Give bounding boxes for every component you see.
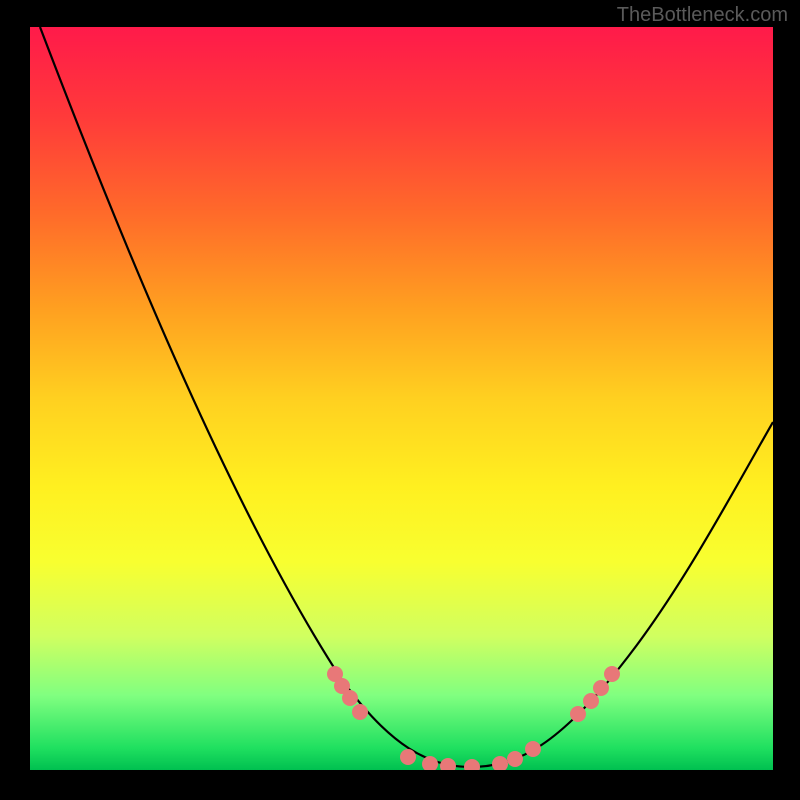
bottleneck-curve-path: [40, 27, 773, 767]
data-point: [492, 756, 508, 770]
data-point: [400, 749, 416, 765]
data-point: [583, 693, 599, 709]
data-points-group: [327, 666, 620, 770]
data-point: [327, 666, 343, 682]
data-point: [352, 704, 368, 720]
data-point: [570, 706, 586, 722]
data-point: [507, 751, 523, 767]
data-point: [334, 678, 350, 694]
chart-svg: [30, 27, 773, 770]
gradient-plot-area: [30, 27, 773, 770]
data-point: [525, 741, 541, 757]
data-point: [440, 758, 456, 770]
data-point: [604, 666, 620, 682]
data-point: [464, 759, 480, 770]
data-point: [422, 756, 438, 770]
data-point: [593, 680, 609, 696]
watermark-text: TheBottleneck.com: [617, 4, 788, 27]
data-point: [342, 690, 358, 706]
